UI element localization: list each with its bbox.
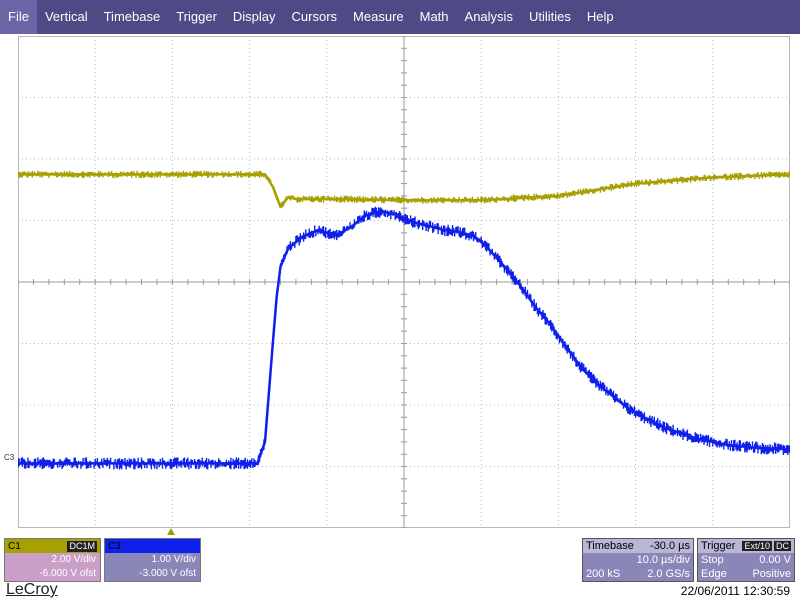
channel-3-name: C3	[108, 540, 121, 552]
waveform-display[interactable]	[18, 36, 790, 528]
trigger-descriptor[interactable]: Trigger Ext/10 DC Stop 0.00 V Edge Positi…	[697, 538, 795, 582]
graticule	[18, 36, 790, 528]
menu-trigger[interactable]: Trigger	[168, 0, 225, 34]
trigger-level: 0.00 V	[759, 554, 791, 566]
channel-3-descriptor[interactable]: C3 DC1M 1.00 V/div -3.000 V ofst	[104, 538, 201, 582]
waveform-svg	[18, 36, 790, 528]
channel-1-scale: 2.00 V/div	[51, 554, 96, 565]
trigger-position-marker[interactable]	[167, 528, 175, 535]
channel-1-coupling: DC1M	[67, 540, 97, 552]
timebase-rate: 2.0 GS/s	[647, 568, 690, 580]
trigger-type: Edge	[701, 568, 727, 580]
menu-help[interactable]: Help	[579, 0, 622, 34]
menu-measure[interactable]: Measure	[345, 0, 412, 34]
menu-analysis[interactable]: Analysis	[457, 0, 521, 34]
timebase-label: Timebase	[586, 540, 634, 552]
trigger-label: Trigger	[701, 540, 736, 552]
timebase-per-div: 10.0 µs/div	[636, 554, 690, 566]
acquisition-timestamp: 22/06/2011 12:30:59	[680, 584, 790, 598]
channel-3-coupling: DC1M	[167, 540, 197, 552]
timebase-delay: -30.0 µs	[650, 540, 690, 552]
timebase-descriptor[interactable]: Timebase -30.0 µs 10.0 µs/div 200 kS 2.0…	[582, 538, 694, 582]
trigger-source: Ext/10	[742, 541, 772, 551]
channel-3-offset: -3.000 V ofst	[139, 568, 196, 579]
trigger-mode: Stop	[701, 554, 724, 566]
menu-math[interactable]: Math	[412, 0, 457, 34]
menu-timebase[interactable]: Timebase	[96, 0, 169, 34]
lecroy-logo: LeCroy	[6, 581, 58, 598]
channel-1-name: C1	[8, 540, 21, 552]
menu-vertical[interactable]: Vertical	[37, 0, 96, 34]
menu-utilities[interactable]: Utilities	[521, 0, 579, 34]
channel-marker-label: C3	[4, 453, 15, 462]
trigger-coupling: DC	[774, 541, 791, 551]
menu-display[interactable]: Display	[225, 0, 284, 34]
timebase-samples: 200 kS	[586, 568, 621, 580]
menu-bar: File Vertical Timebase Trigger Display C…	[0, 0, 800, 34]
channel-1-offset: -6.000 V ofst	[39, 568, 96, 579]
channel-1-descriptor[interactable]: C1 DC1M 2.00 V/div -6.000 V ofst	[4, 538, 101, 582]
channel-3-scale: 1.00 V/div	[151, 554, 196, 565]
trigger-slope: Positive	[752, 568, 791, 580]
menu-file[interactable]: File	[0, 0, 37, 34]
menu-cursors[interactable]: Cursors	[284, 0, 346, 34]
